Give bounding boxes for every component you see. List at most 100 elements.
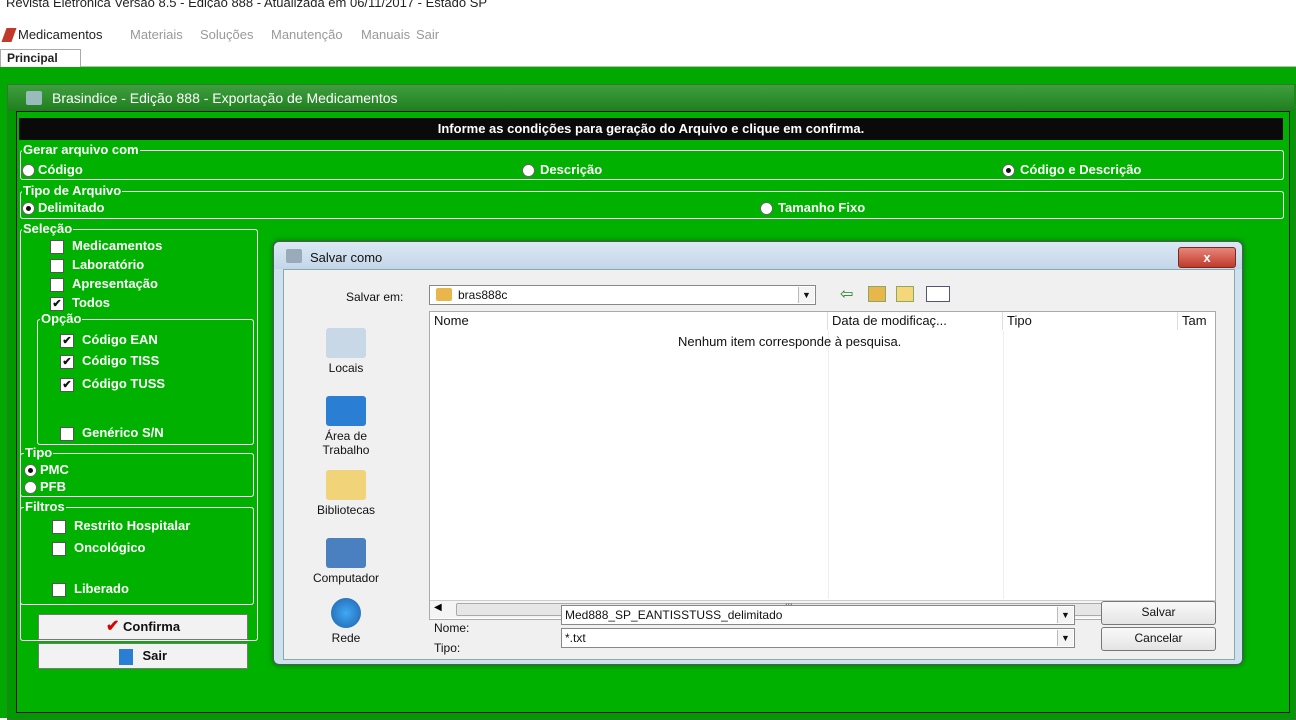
checkbox-medicamentos[interactable] bbox=[50, 240, 64, 254]
desktop-icon bbox=[326, 396, 366, 426]
checkbox-codigo-ean[interactable]: ✔ bbox=[60, 334, 74, 348]
label-apresentacao: Apresentação bbox=[72, 276, 158, 291]
view-menu-icon[interactable] bbox=[926, 286, 950, 302]
checkbox-oncologico[interactable] bbox=[52, 542, 66, 556]
place-bibliotecas-label: Bibliotecas bbox=[316, 503, 376, 517]
type-label: Tipo: bbox=[434, 641, 461, 655]
filename-input[interactable]: Med888_SP_EANTISSTUSS_delimitado ▼ bbox=[561, 605, 1075, 625]
place-bibliotecas[interactable]: Bibliotecas bbox=[306, 470, 386, 517]
dialog-app-icon bbox=[286, 249, 302, 263]
label-descricao: Descrição bbox=[540, 162, 603, 177]
place-computador-label: Computador bbox=[312, 571, 380, 585]
export-window-title: Brasindice - Edição 888 - Exportação de … bbox=[52, 90, 398, 106]
save-dialog-body: Salvar em: bras888c ▼ ⇦ Locais Área de T… bbox=[283, 269, 1235, 660]
app-title: Revista Eletronica Versão 8.5 - Edição 8… bbox=[6, 0, 488, 8]
file-list[interactable]: Nome Data de modificaç... Tipo Tam Nenhu… bbox=[429, 311, 1216, 620]
save-in-value: bras888c bbox=[458, 288, 508, 302]
column-tipo[interactable]: Tipo bbox=[1003, 312, 1178, 330]
chevron-down-icon[interactable]: ▼ bbox=[798, 287, 814, 303]
app-icon bbox=[26, 91, 42, 105]
checkbox-restrito-hospitalar[interactable] bbox=[52, 520, 66, 534]
sair-label: Sair bbox=[142, 648, 168, 663]
export-window-titlebar: Brasindice - Edição 888 - Exportação de … bbox=[8, 85, 1294, 111]
cancelar-button[interactable]: Cancelar bbox=[1101, 627, 1216, 651]
salvar-button[interactable]: Salvar bbox=[1101, 601, 1216, 625]
chevron-down-icon[interactable]: ▼ bbox=[1057, 607, 1073, 623]
save-in-label: Salvar em: bbox=[346, 290, 404, 304]
save-in-combo[interactable]: bras888c ▼ bbox=[429, 285, 816, 305]
checkbox-todos[interactable]: ✔ bbox=[50, 297, 64, 311]
exit-door-icon bbox=[118, 648, 133, 665]
chevron-down-icon[interactable]: ▼ bbox=[1057, 630, 1073, 646]
radio-pmc[interactable] bbox=[24, 464, 37, 477]
checkbox-generico[interactable] bbox=[60, 427, 74, 441]
place-locais-label: Locais bbox=[328, 361, 364, 375]
group-tipo-arquivo bbox=[20, 191, 1284, 219]
legend-selecao: Seleção bbox=[22, 221, 74, 236]
filetype-value: *.txt bbox=[565, 631, 586, 645]
column-nome[interactable]: Nome bbox=[430, 312, 828, 330]
recent-places-icon bbox=[326, 328, 366, 358]
tab-principal[interactable]: Principal bbox=[0, 49, 81, 67]
checkbox-liberado[interactable] bbox=[52, 583, 66, 597]
label-codigo-e-descricao: Código e Descrição bbox=[1020, 162, 1142, 177]
menu-materiais[interactable]: Materiais bbox=[130, 27, 183, 42]
network-globe-icon bbox=[331, 598, 361, 628]
legend-opcao: Opção bbox=[40, 311, 83, 326]
label-codigo-tiss: Código TISS bbox=[82, 353, 160, 368]
label-liberado: Liberado bbox=[74, 581, 129, 596]
sair-button[interactable]: Sair bbox=[38, 643, 248, 669]
radio-descricao[interactable] bbox=[522, 164, 535, 177]
checkbox-codigo-tiss[interactable]: ✔ bbox=[60, 355, 74, 369]
app-title-bar: Revista Eletronica Versão 8.5 - Edição 8… bbox=[0, 0, 1296, 8]
menu-manutencao[interactable]: Manutenção bbox=[271, 27, 343, 42]
label-codigo-ean: Código EAN bbox=[82, 332, 158, 347]
radio-codigo[interactable] bbox=[22, 164, 35, 177]
libraries-icon bbox=[326, 470, 366, 500]
place-computador[interactable]: Computador bbox=[306, 538, 386, 585]
tab-strip bbox=[0, 49, 1296, 67]
checkbox-laboratorio[interactable] bbox=[50, 259, 64, 273]
checkbox-apresentacao[interactable] bbox=[50, 278, 64, 292]
label-delimitado: Delimitado bbox=[38, 200, 105, 215]
computer-icon bbox=[326, 538, 366, 568]
column-divider bbox=[1003, 331, 1004, 599]
place-area-de-trabalho[interactable]: Área de Trabalho bbox=[306, 396, 386, 457]
radio-pfb[interactable] bbox=[24, 481, 37, 494]
name-label: Nome: bbox=[434, 621, 470, 635]
column-tamanho[interactable]: Tam bbox=[1178, 312, 1215, 330]
label-pfb: PFB bbox=[40, 479, 66, 494]
radio-delimitado[interactable] bbox=[22, 202, 35, 215]
confirma-button[interactable]: ✔ Confirma bbox=[38, 614, 248, 640]
new-folder-icon[interactable] bbox=[896, 286, 914, 302]
place-area-label: Área de Trabalho bbox=[322, 429, 370, 457]
scroll-left-icon[interactable]: ◀ bbox=[434, 602, 442, 613]
back-icon[interactable]: ⇦ bbox=[840, 284, 853, 304]
radio-codigo-e-descricao[interactable] bbox=[1002, 164, 1015, 177]
radio-tamanho-fixo[interactable] bbox=[760, 202, 773, 215]
label-pmc: PMC bbox=[40, 462, 69, 477]
label-laboratorio: Laboratório bbox=[72, 257, 145, 272]
place-rede-label: Rede bbox=[331, 631, 361, 645]
place-locais[interactable]: Locais bbox=[306, 328, 386, 375]
label-codigo-tuss: Código TUSS bbox=[82, 376, 166, 391]
legend-gerar-arquivo: Gerar arquivo com bbox=[22, 142, 140, 157]
folder-icon bbox=[436, 288, 452, 301]
close-button[interactable]: x bbox=[1178, 247, 1236, 268]
up-folder-icon[interactable] bbox=[868, 286, 886, 302]
column-data[interactable]: Data de modificaç... bbox=[828, 312, 1003, 330]
instruction-banner: Informe as condições para geração do Arq… bbox=[19, 118, 1283, 140]
filetype-select[interactable]: *.txt ▼ bbox=[561, 628, 1075, 648]
menu-solucoes[interactable]: Soluções bbox=[200, 27, 253, 42]
checkbox-codigo-tuss[interactable]: ✔ bbox=[60, 378, 74, 392]
menu-manuais[interactable]: Manuais bbox=[361, 27, 410, 42]
menu-medicamentos[interactable]: Medicamentos bbox=[18, 27, 103, 42]
save-dialog-title: Salvar como bbox=[310, 250, 383, 265]
label-medicamentos: Medicamentos bbox=[72, 238, 163, 253]
menu-bar: Medicamentos Materiais Soluções Manutenç… bbox=[0, 26, 1296, 46]
place-rede[interactable]: Rede bbox=[306, 598, 386, 645]
label-todos: Todos bbox=[72, 295, 111, 310]
menu-sair[interactable]: Sair bbox=[416, 27, 439, 42]
label-restrito-hospitalar: Restrito Hospitalar bbox=[74, 518, 191, 533]
confirma-label: Confirma bbox=[122, 619, 181, 634]
